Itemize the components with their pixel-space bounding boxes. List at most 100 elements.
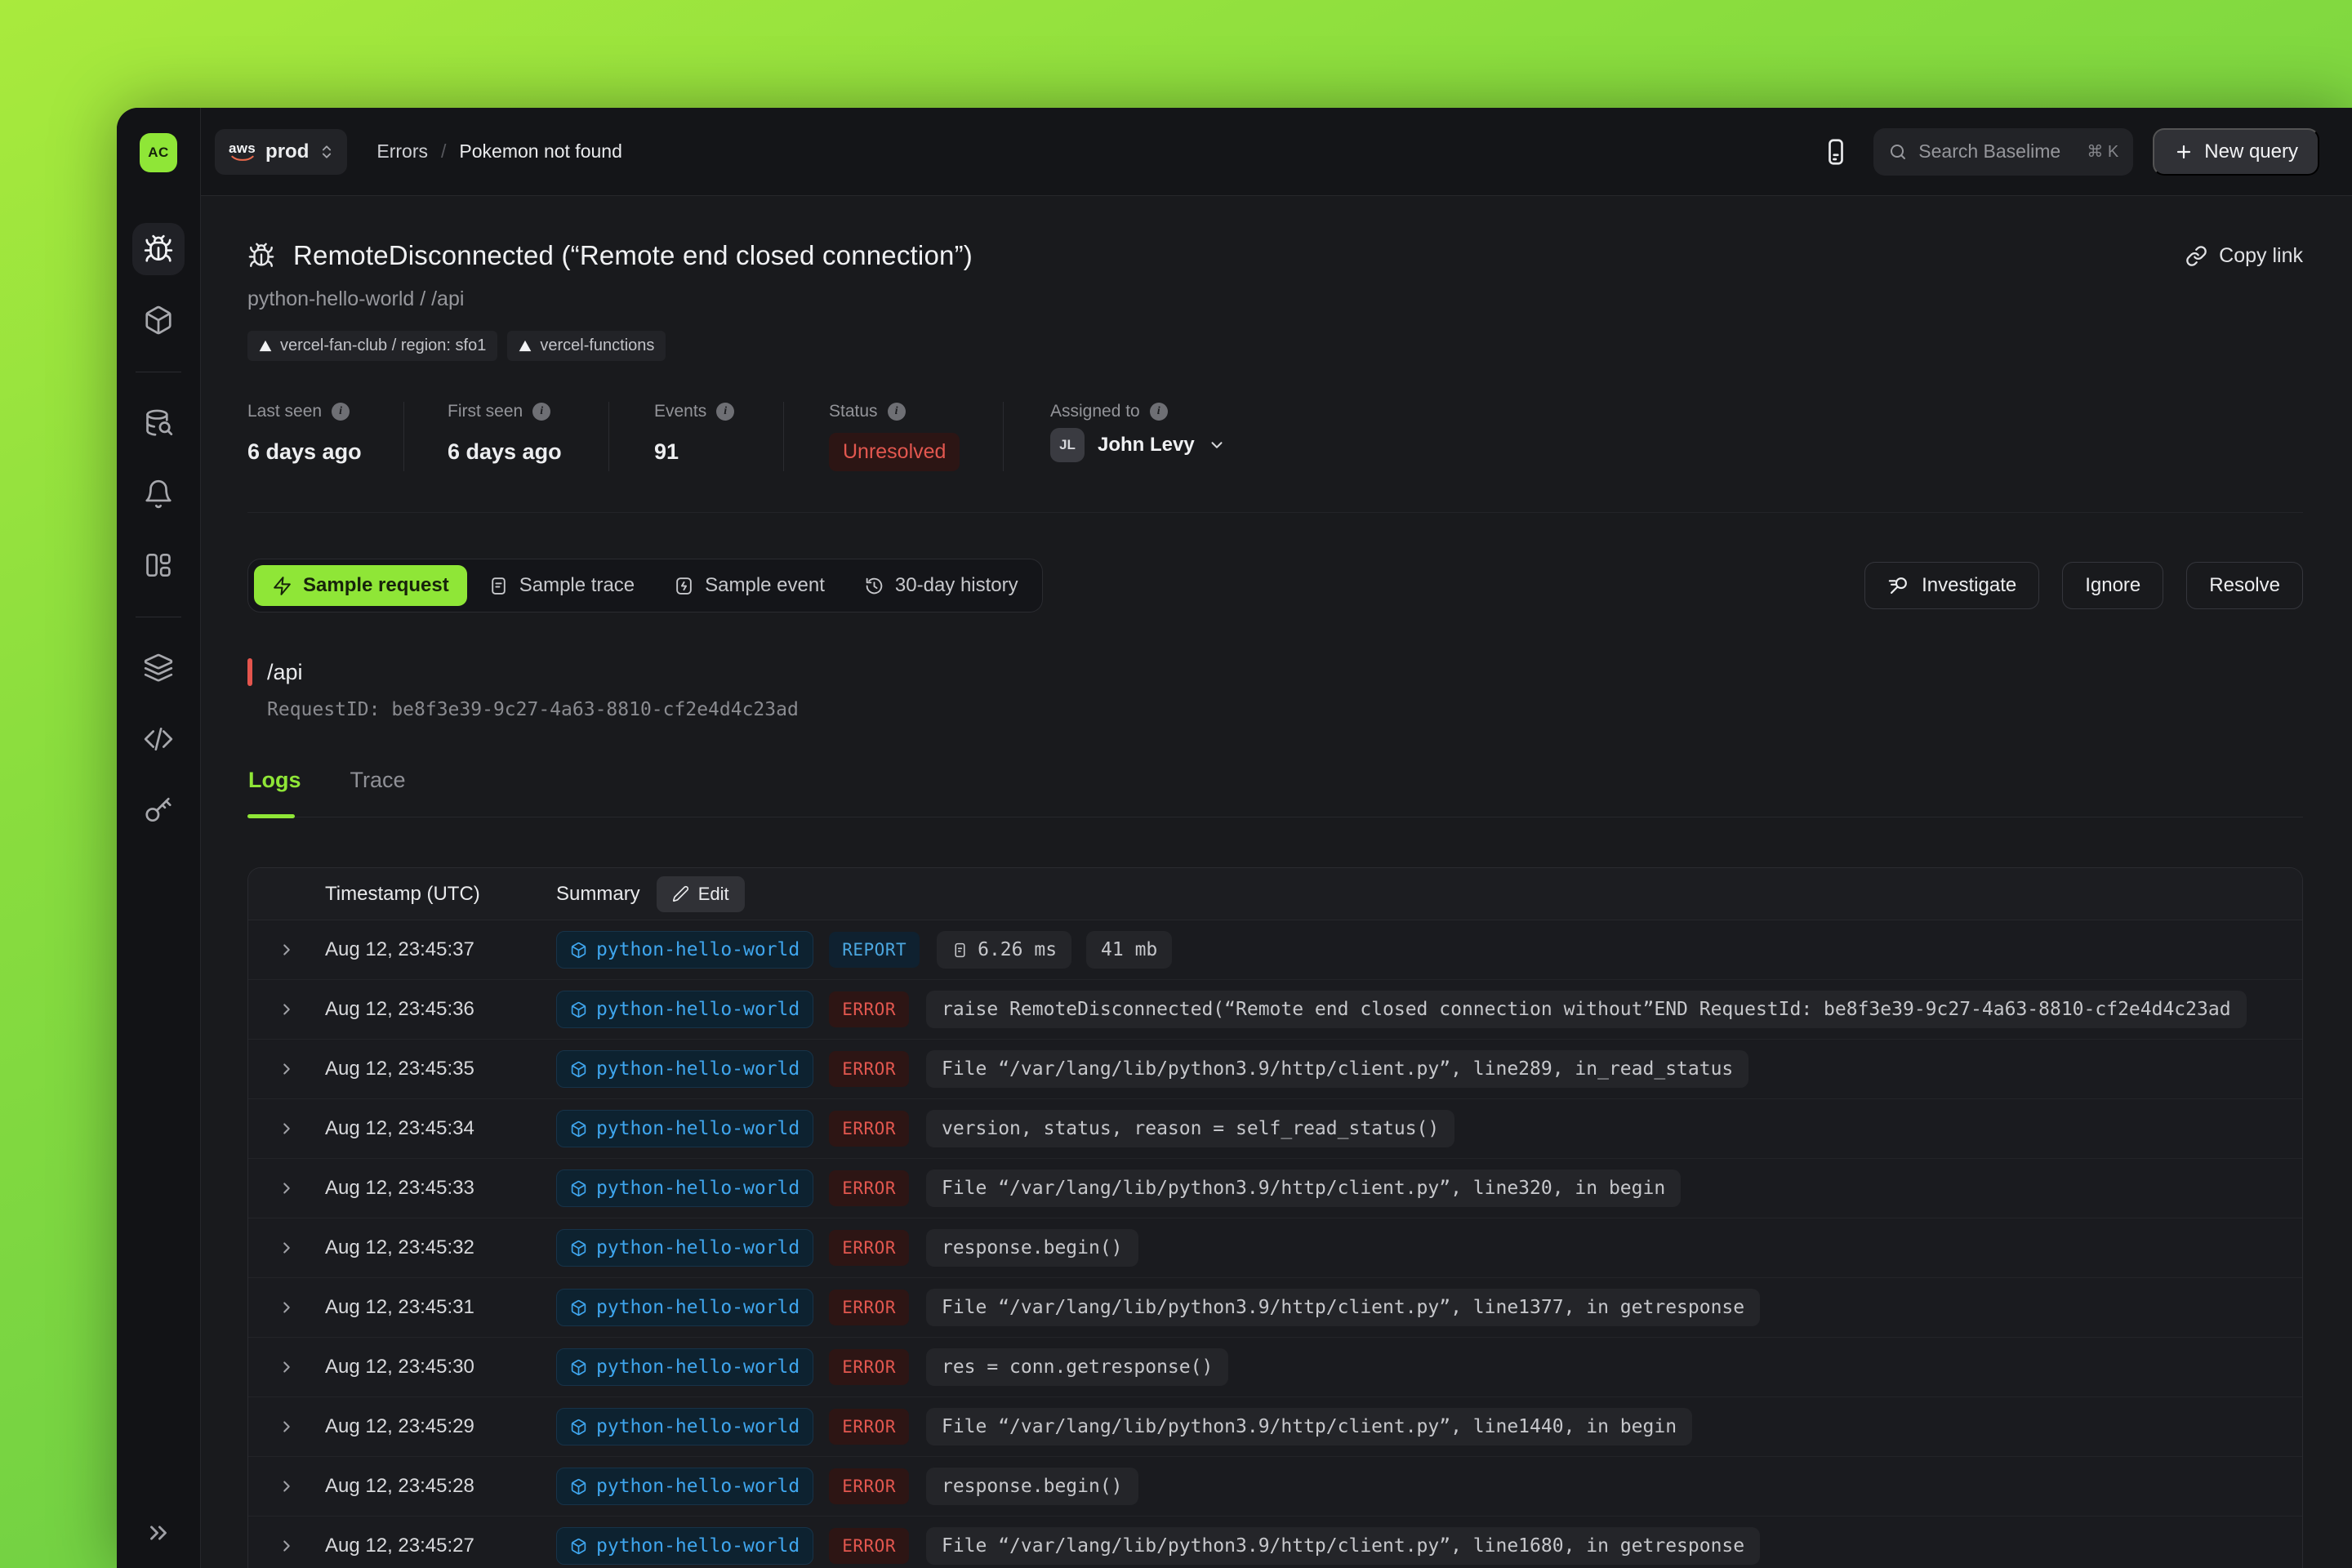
global-search[interactable]: ⌘ K: [1873, 128, 2133, 176]
issue-stats: Last seeni 6 days ago First seeni 6 days…: [247, 402, 2303, 471]
sidebar-collapse-button[interactable]: [117, 1519, 200, 1547]
service-badge[interactable]: python-hello-world: [556, 1468, 813, 1505]
request-id: RequestID: be8f3e39-9c27-4a63-8810-cf2e4…: [267, 699, 2303, 720]
service-badge[interactable]: python-hello-world: [556, 1408, 813, 1446]
key-icon: [143, 795, 174, 826]
tabs-active-indicator: [247, 814, 295, 818]
tab-30-day-history[interactable]: 30-day history: [846, 565, 1036, 606]
expand-row-button[interactable]: [248, 1477, 325, 1495]
expand-row-button[interactable]: [248, 1000, 325, 1018]
workspace-avatar[interactable]: AC: [140, 133, 177, 172]
bug-icon: [247, 242, 275, 270]
tab-logs[interactable]: Logs: [248, 768, 301, 793]
new-query-button[interactable]: New query: [2153, 128, 2319, 176]
service-badge[interactable]: python-hello-world: [556, 991, 813, 1028]
stat-assigned-to: Assigned toi JL John Levy: [1004, 402, 1226, 471]
vercel-triangle-icon: [259, 340, 272, 352]
service-badge[interactable]: python-hello-world: [556, 1169, 813, 1207]
expand-row-button[interactable]: [248, 1239, 325, 1257]
log-level-badge: ERROR: [829, 1051, 909, 1087]
table-row[interactable]: Aug 12, 23:45:28 python-hello-world ERRO…: [248, 1457, 2302, 1517]
service-badge[interactable]: python-hello-world: [556, 1110, 813, 1147]
table-row[interactable]: Aug 12, 23:45:37 python-hello-world REPO…: [248, 920, 2302, 980]
tags-row: vercel-fan-club / region: sfo1 vercel-fu…: [247, 331, 2303, 361]
search-input[interactable]: [1918, 140, 2076, 163]
sidebar-item-alerts[interactable]: [132, 468, 185, 520]
log-timestamp: Aug 12, 23:45:35: [325, 1058, 556, 1080]
expand-row-button[interactable]: [248, 1060, 325, 1078]
info-icon[interactable]: i: [888, 403, 906, 421]
breadcrumb-section[interactable]: Errors: [376, 140, 428, 163]
service-badge[interactable]: python-hello-world: [556, 931, 813, 969]
log-level-badge: ERROR: [829, 1528, 909, 1564]
layers-icon: [143, 653, 174, 684]
table-row[interactable]: Aug 12, 23:45:34 python-hello-world ERRO…: [248, 1099, 2302, 1159]
stat-last-seen: Last seeni 6 days ago: [247, 402, 403, 471]
sidebar-item-services[interactable]: [132, 294, 185, 346]
sidebar-item-developer[interactable]: [132, 713, 185, 765]
sidebar-item-stacks[interactable]: [132, 642, 185, 694]
expand-row-button[interactable]: [248, 1120, 325, 1138]
service-badge[interactable]: python-hello-world: [556, 1348, 813, 1386]
column-header-timestamp[interactable]: Timestamp (UTC): [325, 883, 556, 906]
table-row[interactable]: Aug 12, 23:45:35 python-hello-world ERRO…: [248, 1040, 2302, 1099]
table-row[interactable]: Aug 12, 23:45:32 python-hello-world ERRO…: [248, 1218, 2302, 1278]
tag[interactable]: vercel-fan-club / region: sfo1: [247, 331, 497, 361]
info-icon[interactable]: i: [716, 403, 734, 421]
sidebar-item-errors[interactable]: [132, 223, 185, 275]
copy-link-button[interactable]: Copy link: [2185, 244, 2303, 268]
sidebar-item-dashboards[interactable]: [132, 539, 185, 591]
log-rows: Aug 12, 23:45:37 python-hello-world REPO…: [248, 920, 2302, 1568]
log-timestamp: Aug 12, 23:45:37: [325, 938, 556, 961]
changelog-button[interactable]: [1821, 137, 1851, 167]
table-row[interactable]: Aug 12, 23:45:29 python-hello-world ERRO…: [248, 1397, 2302, 1457]
expand-row-button[interactable]: [248, 1537, 325, 1555]
table-row[interactable]: Aug 12, 23:45:30 python-hello-world ERRO…: [248, 1338, 2302, 1397]
service-path: python-hello-world / /api: [247, 287, 2303, 311]
sidebar-item-queries[interactable]: [132, 397, 185, 449]
stat-value: 91: [654, 439, 783, 465]
sidebar-item-keys[interactable]: [132, 784, 185, 836]
service-badge[interactable]: python-hello-world: [556, 1050, 813, 1088]
bug-icon: [143, 234, 174, 265]
breadcrumb-page: Pokemon not found: [459, 140, 621, 163]
chevron-right-icon: [278, 1537, 296, 1555]
expand-row-button[interactable]: [248, 1358, 325, 1376]
service-badge-label: python-hello-world: [596, 1476, 800, 1497]
resolve-button[interactable]: Resolve: [2186, 562, 2303, 609]
table-row[interactable]: Aug 12, 23:45:36 python-hello-world ERRO…: [248, 980, 2302, 1040]
log-level-badge: REPORT: [829, 932, 920, 968]
table-row[interactable]: Aug 12, 23:45:27 python-hello-world ERRO…: [248, 1517, 2302, 1568]
expand-row-button[interactable]: [248, 1298, 325, 1316]
history-clock-icon: [864, 576, 884, 596]
expand-row-button[interactable]: [248, 941, 325, 959]
tab-sample-request[interactable]: Sample request: [254, 565, 467, 606]
ignore-button[interactable]: Ignore: [2062, 562, 2163, 609]
search-shortcut: ⌘ K: [2087, 141, 2118, 162]
service-badge[interactable]: python-hello-world: [556, 1289, 813, 1326]
info-icon[interactable]: i: [1150, 403, 1168, 421]
tab-sample-event[interactable]: Sample event: [656, 565, 843, 606]
log-timestamp: Aug 12, 23:45:28: [325, 1475, 556, 1498]
assignee-selector[interactable]: JL John Levy: [1050, 428, 1226, 462]
info-icon[interactable]: i: [532, 403, 550, 421]
environment-selector[interactable]: aws prod: [215, 129, 347, 175]
tag[interactable]: vercel-functions: [507, 331, 666, 361]
column-header-summary[interactable]: Summary: [556, 883, 640, 906]
log-message: res = conn.getresponse(): [926, 1348, 1228, 1386]
investigate-button[interactable]: Investigate: [1864, 562, 2039, 609]
service-badge[interactable]: python-hello-world: [556, 1527, 813, 1565]
service-badge[interactable]: python-hello-world: [556, 1229, 813, 1267]
tab-trace[interactable]: Trace: [350, 768, 406, 793]
edit-columns-button[interactable]: Edit: [657, 876, 745, 912]
expand-row-button[interactable]: [248, 1418, 325, 1436]
duration-pill: 6.26 ms: [937, 931, 1071, 969]
table-row[interactable]: Aug 12, 23:45:31 python-hello-world ERRO…: [248, 1278, 2302, 1338]
expand-row-button[interactable]: [248, 1179, 325, 1197]
stat-events: Eventsi 91: [609, 402, 783, 471]
tab-sample-trace[interactable]: Sample trace: [470, 565, 653, 606]
assignee-avatar: JL: [1050, 428, 1085, 462]
info-icon[interactable]: i: [332, 403, 350, 421]
table-row[interactable]: Aug 12, 23:45:33 python-hello-world ERRO…: [248, 1159, 2302, 1218]
plus-icon: [2174, 142, 2194, 162]
